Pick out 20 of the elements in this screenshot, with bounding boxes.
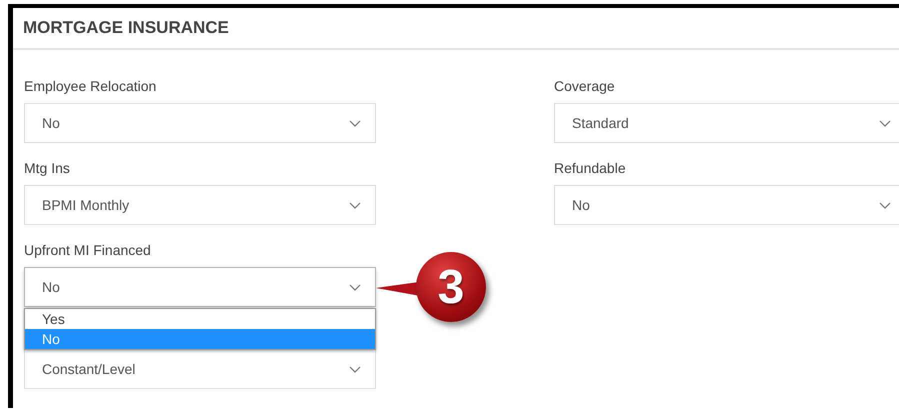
chevron-down-icon: [349, 202, 361, 208]
dropdown-option[interactable]: Yes: [25, 309, 375, 329]
field-label: Coverage: [554, 77, 616, 95]
chevron-down-icon: [879, 202, 891, 208]
chevron-down-icon: [349, 120, 361, 126]
dropdown-select[interactable]: BPMI Monthly: [24, 185, 376, 225]
field-label: Upfront MI Financed: [24, 241, 152, 259]
chevron-down-icon: [349, 284, 361, 290]
dropdown-select[interactable]: Standard: [554, 103, 899, 143]
dropdown-select[interactable]: No: [24, 267, 376, 307]
chevron-down-icon: [349, 366, 361, 372]
dropdown-select[interactable]: No: [24, 103, 376, 143]
dropdown-select[interactable]: Constant/Level: [24, 349, 376, 389]
chevron-down-icon: [879, 120, 891, 126]
field-label: Mtg Ins: [24, 159, 71, 177]
field-label: Refundable: [554, 159, 627, 177]
field-label: Employee Relocation: [24, 77, 158, 95]
section-title: MORTGAGE INSURANCE: [23, 18, 229, 38]
dropdown-select[interactable]: No: [554, 185, 899, 225]
step-badge: 3: [416, 252, 486, 322]
